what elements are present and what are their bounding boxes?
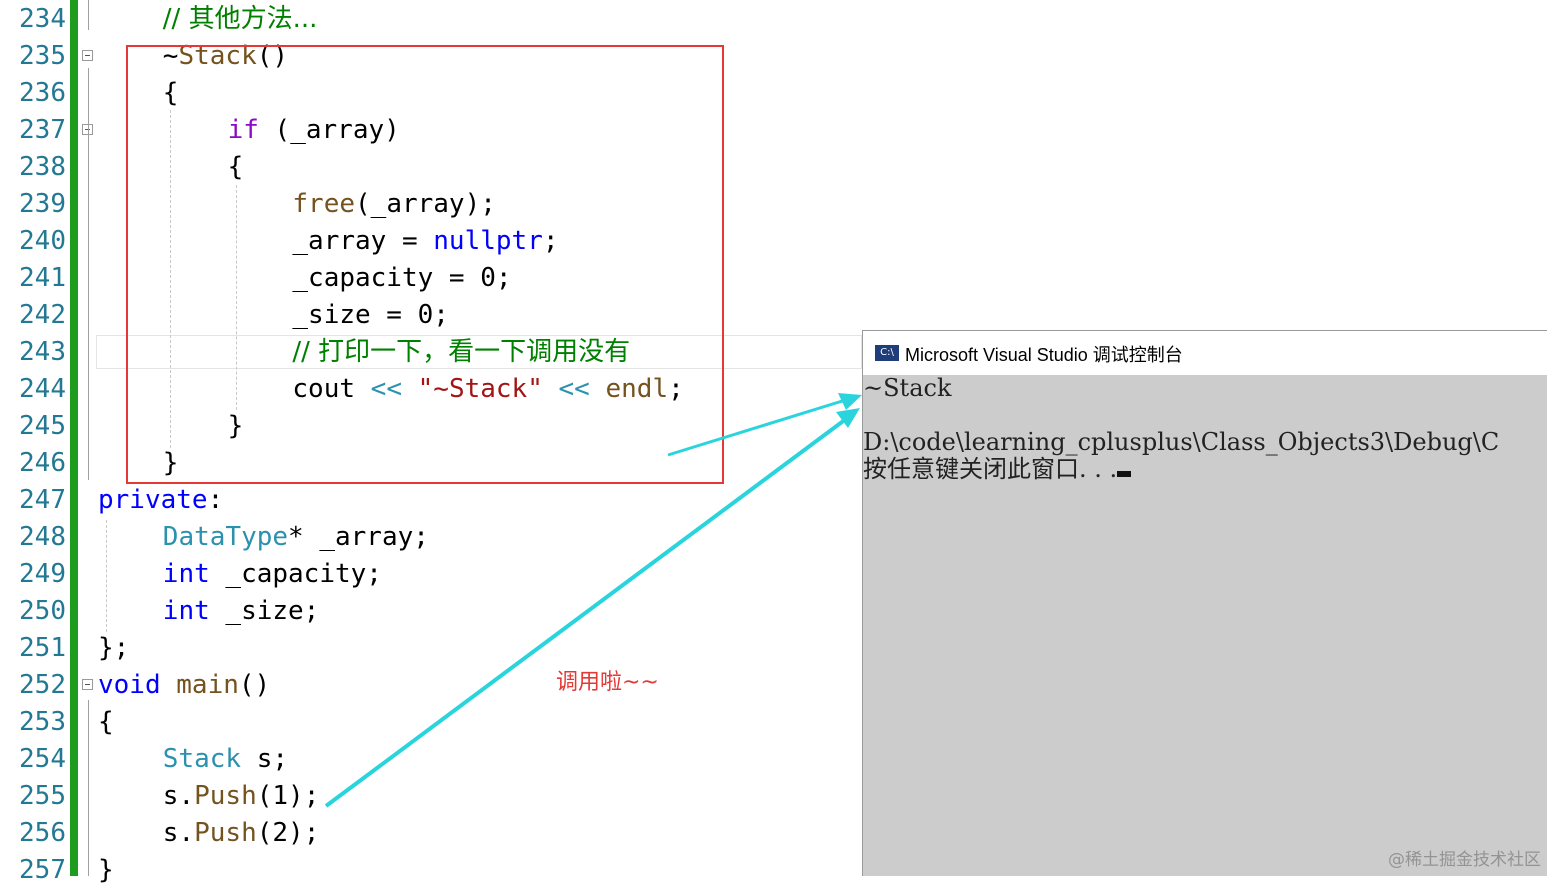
annotation-arrows [324,393,862,808]
arrow-from-cout [667,396,853,457]
arrow-from-main [324,414,852,808]
